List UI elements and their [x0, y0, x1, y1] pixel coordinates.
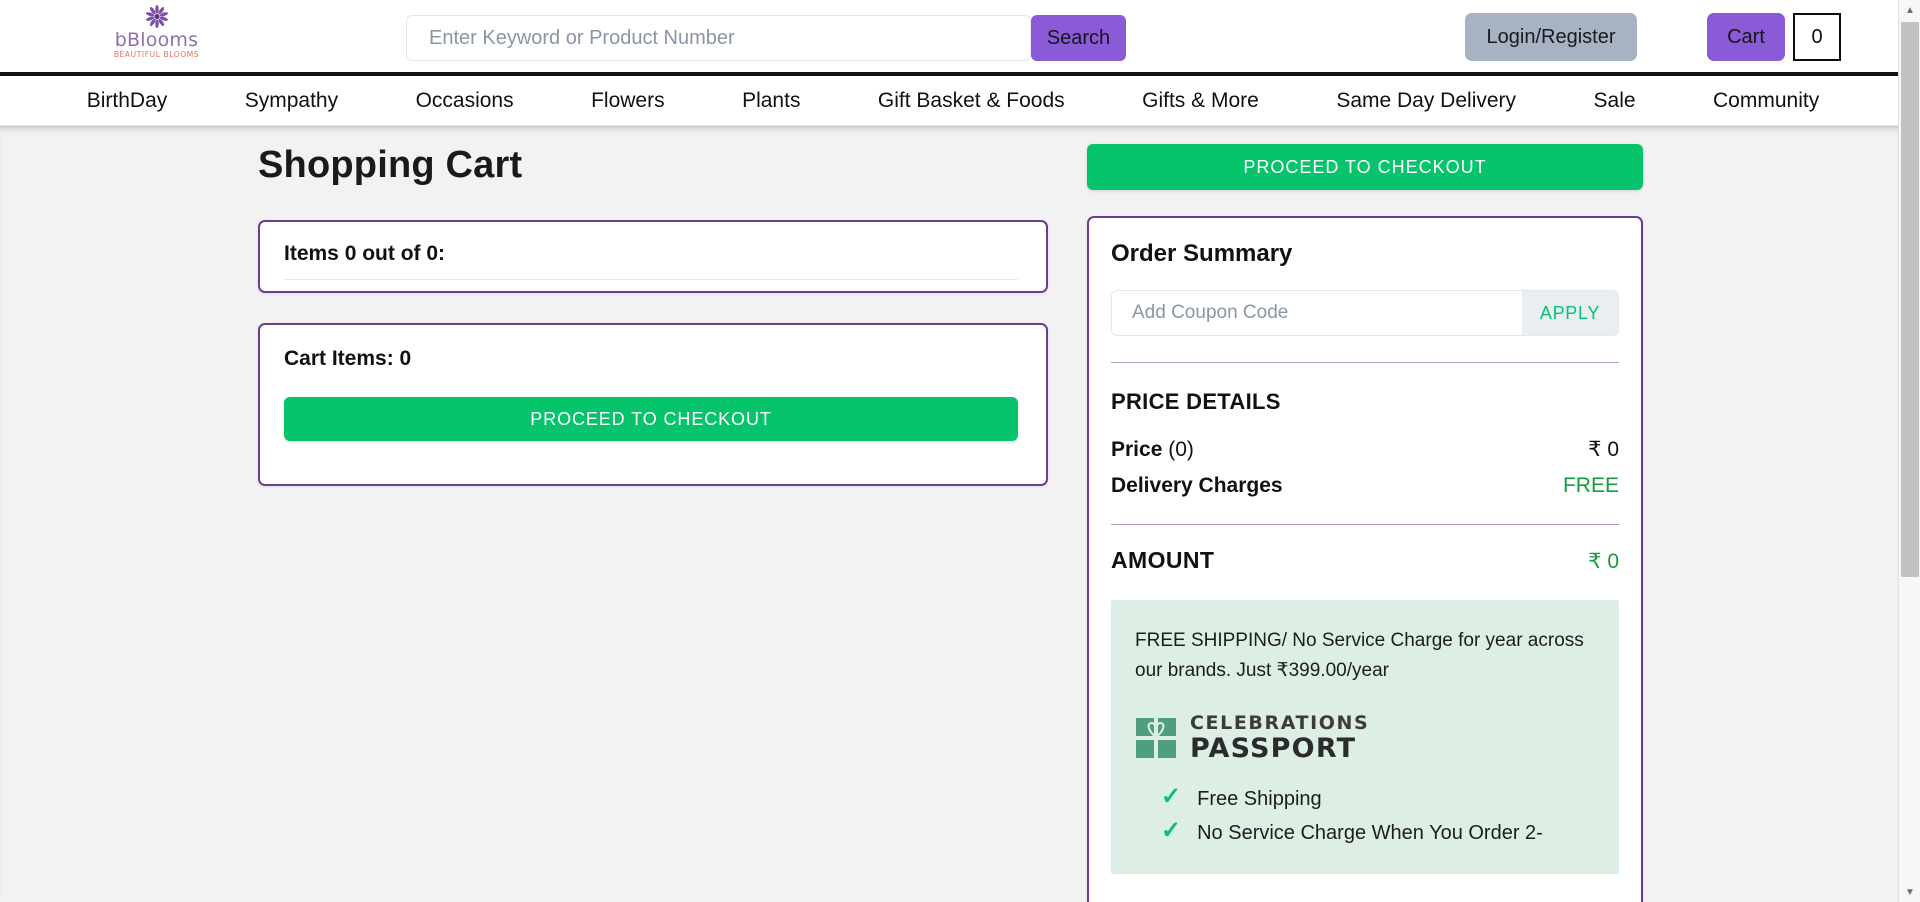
logo-tagline: BEAUTIFUL BLOOMS	[113, 49, 200, 60]
flower-logo-icon	[145, 5, 168, 29]
amount-label: AMOUNT	[1111, 547, 1215, 573]
check-icon: ✓	[1161, 783, 1182, 810]
nav-item-same-day-delivery[interactable]: Same Day Delivery	[1298, 89, 1555, 113]
proceed-to-checkout-button-top[interactable]: PROCEED TO CHECKOUT	[1087, 144, 1643, 190]
passport-perk-list: ✓ Free Shipping ✓ No Service Charge When…	[1135, 784, 1595, 848]
passport-logo-line1: CELEBRATIONS	[1190, 712, 1370, 734]
search-field-wrapper[interactable]	[406, 15, 1031, 61]
perk-label: Free Shipping	[1197, 788, 1322, 810]
gift-box-icon	[1135, 717, 1177, 758]
passport-logo-line2: PASSPORT	[1190, 733, 1357, 764]
scrollbar-thumb[interactable]	[1901, 22, 1919, 577]
nav-item-occasions[interactable]: Occasions	[377, 89, 553, 113]
cart-items-label: Cart Items: 0	[284, 347, 412, 370]
scroll-up-arrow-icon[interactable]: ▲	[1899, 0, 1920, 20]
nav-item-plants[interactable]: Plants	[703, 89, 839, 113]
apply-coupon-button[interactable]: APPLY	[1522, 291, 1618, 335]
check-icon: ✓	[1161, 817, 1182, 844]
search-input[interactable]	[429, 16, 1030, 60]
nav-item-gifts-more[interactable]: Gifts & More	[1103, 89, 1297, 113]
coupon-code-row: APPLY	[1111, 290, 1619, 336]
cart-count-badge[interactable]: 0	[1793, 13, 1841, 61]
price-details-heading: PRICE DETAILS	[1111, 389, 1281, 414]
delivery-row-label: Delivery Charges	[1111, 474, 1283, 497]
summary-divider-top	[1111, 362, 1619, 363]
amount-row: AMOUNT ₹ 0	[1111, 547, 1619, 574]
logo-wordmark: bBlooms	[114, 29, 199, 51]
cart-column: Shopping Cart Items 0 out of 0: Cart Ite…	[258, 144, 1048, 486]
nav-item-sale[interactable]: Sale	[1555, 89, 1675, 113]
browser-viewport: bBlooms BEAUTIFUL BLOOMS Search Login/Re…	[0, 0, 1920, 902]
price-row-qty: (0)	[1168, 438, 1194, 461]
list-item: ✓ Free Shipping	[1161, 784, 1595, 814]
amount-value: ₹ 0	[1588, 550, 1619, 573]
page-scrollbar[interactable]: ▲ ▼	[1898, 0, 1920, 902]
items-card-divider	[284, 279, 1018, 280]
order-summary-card: Order Summary APPLY PRICE DETAILS Price …	[1087, 216, 1643, 902]
proceed-to-checkout-button-main[interactable]: PROCEED TO CHECKOUT	[284, 397, 1018, 441]
order-summary-title: Order Summary	[1111, 240, 1293, 267]
nav-item-sympathy[interactable]: Sympathy	[206, 89, 377, 113]
items-summary-card: Items 0 out of 0:	[258, 220, 1048, 293]
price-row-price: Price (0) ₹ 0	[1111, 437, 1619, 462]
price-row-delivery: Delivery Charges FREE	[1111, 474, 1619, 498]
scroll-down-arrow-icon[interactable]: ▼	[1899, 882, 1920, 902]
items-count-label: Items 0 out of 0:	[284, 242, 446, 265]
coupon-code-input[interactable]	[1112, 291, 1522, 335]
cart-button[interactable]: Cart	[1707, 13, 1785, 61]
celebrations-passport-promo: FREE SHIPPING/ No Service Charge for yea…	[1111, 600, 1619, 874]
search-button[interactable]: Search	[1031, 15, 1126, 61]
list-item: ✓ No Service Charge When You Order 2-	[1161, 818, 1595, 848]
primary-navigation: BirthDay Sympathy Occasions Flowers Plan…	[0, 76, 1898, 126]
promo-description: FREE SHIPPING/ No Service Charge for yea…	[1135, 630, 1584, 681]
cart-items-card: Cart Items: 0 PROCEED TO CHECKOUT	[258, 323, 1048, 486]
perk-label: No Service Charge When You Order 2-	[1197, 822, 1543, 844]
nav-item-community[interactable]: Community	[1674, 89, 1858, 113]
site-header: bBlooms BEAUTIFUL BLOOMS Search Login/Re…	[0, 0, 1898, 76]
nav-item-flowers[interactable]: Flowers	[552, 89, 703, 113]
delivery-row-value: FREE	[1562, 474, 1619, 497]
price-row-label: Price	[1111, 438, 1169, 461]
summary-divider-amount	[1111, 524, 1619, 525]
price-row-value: ₹ 0	[1588, 438, 1619, 461]
page-content: Shopping Cart Items 0 out of 0: Cart Ite…	[0, 126, 1898, 902]
login-register-button[interactable]: Login/Register	[1465, 13, 1637, 61]
nav-item-birthday[interactable]: BirthDay	[48, 89, 206, 113]
page-title: Shopping Cart	[258, 144, 523, 186]
order-summary-column: PROCEED TO CHECKOUT Order Summary APPLY …	[1087, 144, 1643, 902]
celebrations-passport-logo: CELEBRATIONS PASSPORT	[1135, 714, 1595, 762]
nav-item-gift-basket-foods[interactable]: Gift Basket & Foods	[839, 89, 1103, 113]
site-logo[interactable]: bBlooms BEAUTIFUL BLOOMS	[104, 5, 209, 67]
